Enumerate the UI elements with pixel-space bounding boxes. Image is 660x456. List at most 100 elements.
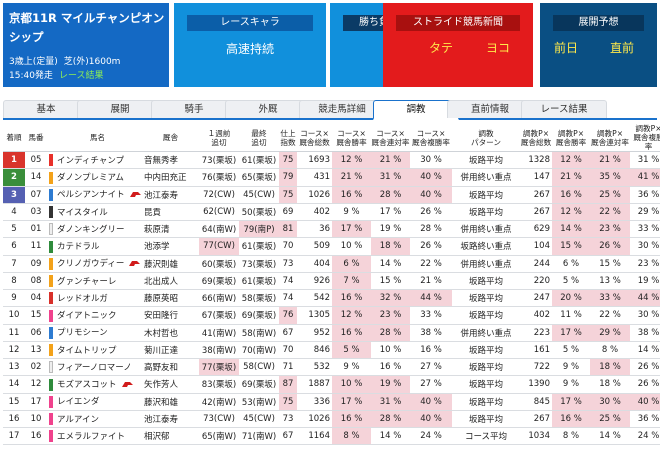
col-rank: 着順 bbox=[3, 124, 25, 152]
forecast-previous-day[interactable]: 前日 bbox=[554, 39, 578, 57]
umaban-cell: 08 bbox=[25, 272, 47, 291]
horse-name-cell[interactable]: クリノガウディー bbox=[47, 255, 142, 273]
pattern-fukusho-cell: 14 % bbox=[630, 341, 660, 360]
finish-index-cell: 75 bbox=[279, 151, 297, 170]
horse-name-cell[interactable]: ダノンキングリー bbox=[47, 220, 142, 239]
horse-name[interactable]: アルアイン bbox=[57, 415, 99, 425]
course-fukusho-cell: 16 % bbox=[410, 341, 452, 360]
horse-name[interactable]: グァンチャーレ bbox=[57, 277, 116, 287]
horse-name[interactable]: マイスタイル bbox=[57, 208, 108, 218]
pattern-cell: 坂路平均 bbox=[452, 186, 520, 204]
table-row: 14 12 モズアスコット 矢作芳人 83(栗坂) 69(栗坂) 87 1887 10 % 19 … bbox=[3, 375, 660, 394]
pattern-win-cell: 5 % bbox=[552, 341, 590, 360]
week1-cell: 64(南W) bbox=[199, 220, 239, 239]
pattern-rentai-cell: 22 % bbox=[590, 203, 630, 222]
horse-name[interactable]: フィアーノロマーノ bbox=[57, 363, 132, 373]
course-fukusho-cell: 26 % bbox=[410, 203, 452, 222]
pattern-cell: コース平均 bbox=[452, 427, 520, 446]
course-rentai-cell: 28 % bbox=[371, 324, 410, 342]
horse-name-cell[interactable]: アルアイン bbox=[47, 410, 142, 429]
horse-name-cell[interactable]: マイスタイル bbox=[47, 203, 142, 222]
last-cell: 65(栗坂) bbox=[239, 168, 279, 187]
horse-name-cell[interactable]: プリモシーン bbox=[47, 324, 142, 342]
course-count-cell: 846 bbox=[297, 341, 332, 360]
frame-color-marker bbox=[49, 206, 53, 219]
pattern-rentai-cell: 22 % bbox=[590, 306, 630, 325]
forecast-just-before[interactable]: 直前 bbox=[610, 39, 634, 57]
horse-name-cell[interactable]: カテドラル bbox=[47, 237, 142, 256]
stride-tate[interactable]: タテ bbox=[429, 39, 453, 57]
frame-color-marker bbox=[49, 223, 53, 236]
horse-name[interactable]: ダノンキングリー bbox=[57, 225, 125, 235]
course-fukusho-cell: 40 % bbox=[410, 393, 452, 411]
course-count-cell: 1693 bbox=[297, 151, 332, 170]
horse-name-cell[interactable]: グァンチャーレ bbox=[47, 272, 142, 291]
rank-cell: 16 bbox=[3, 410, 25, 429]
course-count-cell: 926 bbox=[297, 272, 332, 291]
pattern-win-cell: 8 % bbox=[552, 427, 590, 446]
finish-index-cell: 87 bbox=[279, 375, 297, 394]
horse-name[interactable]: レッドオルガ bbox=[57, 294, 108, 304]
horse-name-cell[interactable]: モズアスコット bbox=[47, 375, 142, 394]
horse-name[interactable]: レイエンダ bbox=[57, 397, 99, 407]
rank-cell: 3 bbox=[3, 186, 25, 204]
horse-name-cell[interactable]: ダノンプレミアム bbox=[47, 168, 142, 187]
finish-index-cell: 67 bbox=[279, 427, 297, 446]
col-pattern: 調教 パターン bbox=[452, 124, 520, 152]
frame-color-marker bbox=[49, 292, 53, 305]
umaban-cell: 15 bbox=[25, 306, 47, 325]
horse-name[interactable]: ペルシアンナイト bbox=[57, 190, 125, 200]
horse-name[interactable]: クリノガウディー bbox=[57, 259, 124, 269]
course-win-cell: 16 % bbox=[332, 410, 371, 429]
umaban-cell: 13 bbox=[25, 341, 47, 360]
pattern-win-cell: 21 % bbox=[552, 168, 590, 187]
week1-cell: 42(南W) bbox=[199, 393, 239, 411]
last-cell: 73(栗坂) bbox=[239, 255, 279, 273]
horse-name-cell[interactable]: タイムトリップ bbox=[47, 341, 142, 360]
jockey-cap-icon bbox=[121, 382, 133, 388]
pattern-rentai-cell: 14 % bbox=[590, 427, 630, 446]
horse-name-cell[interactable]: ダイアトニック bbox=[47, 306, 142, 325]
course-win-cell: 16 % bbox=[332, 324, 371, 342]
pattern-count-cell: 104 bbox=[520, 237, 552, 256]
horse-name[interactable]: ダノンプレミアム bbox=[57, 173, 124, 183]
horse-name[interactable]: ダイアトニック bbox=[57, 311, 117, 321]
pattern-count-cell: 845 bbox=[520, 393, 552, 411]
pattern-fukusho-cell: 24 % bbox=[630, 427, 660, 446]
pattern-rentai-cell: 8 % bbox=[590, 341, 630, 360]
tab-race-result[interactable]: レース結果 bbox=[521, 100, 607, 118]
horse-name-cell[interactable]: フィアーノロマーノ bbox=[47, 358, 142, 377]
trainer-cell: 矢作芳人 bbox=[142, 375, 199, 394]
horse-name[interactable]: タイムトリップ bbox=[57, 346, 116, 356]
horse-name-cell[interactable]: インディチャンプ bbox=[47, 151, 142, 170]
finish-index-cell: 75 bbox=[279, 186, 297, 204]
horse-name[interactable]: プリモシーン bbox=[57, 328, 108, 338]
horse-name-cell[interactable]: レッドオルガ bbox=[47, 289, 142, 308]
pattern-rentai-cell: 13 % bbox=[590, 272, 630, 291]
week1-cell: 83(栗坂) bbox=[199, 375, 239, 394]
pattern-cell: 坂路平均 bbox=[452, 358, 520, 377]
finish-index-cell: 71 bbox=[279, 358, 297, 377]
pattern-cell: 併用終い重点 bbox=[452, 324, 520, 342]
pattern-count-cell: 267 bbox=[520, 203, 552, 222]
race-result-link[interactable]: レース結果 bbox=[59, 71, 104, 81]
col-course-fukusho: コース× 厩舎複勝率 bbox=[410, 124, 452, 152]
pattern-count-cell: 220 bbox=[520, 272, 552, 291]
jockey-cap-icon bbox=[129, 192, 141, 198]
horse-name[interactable]: インディチャンプ bbox=[57, 156, 124, 166]
frame-color-marker bbox=[49, 344, 53, 357]
training-table: 着順 馬番 馬名 厩舎 １週前 追切 最終 追切 仕上 指数 コース× 厩舎総数 コース… bbox=[3, 124, 660, 446]
horse-name[interactable]: モズアスコット bbox=[57, 380, 117, 390]
horse-name[interactable]: カテドラル bbox=[57, 242, 100, 252]
stride-yoko[interactable]: ヨコ bbox=[486, 39, 510, 57]
week1-cell: 62(CW) bbox=[199, 203, 239, 222]
horse-name-cell[interactable]: レイエンダ bbox=[47, 393, 142, 411]
horse-name[interactable]: エメラルファイト bbox=[57, 432, 125, 442]
horse-name-cell[interactable]: ペルシアンナイト bbox=[47, 186, 142, 204]
horse-name-cell[interactable]: エメラルファイト bbox=[47, 427, 142, 446]
pattern-count-cell: 1390 bbox=[520, 375, 552, 394]
frame-color-marker bbox=[49, 275, 53, 288]
race-character-label: レースキャラ bbox=[187, 15, 313, 31]
course-win-cell: 8 % bbox=[332, 427, 371, 446]
jockey-cap-icon bbox=[129, 261, 141, 267]
